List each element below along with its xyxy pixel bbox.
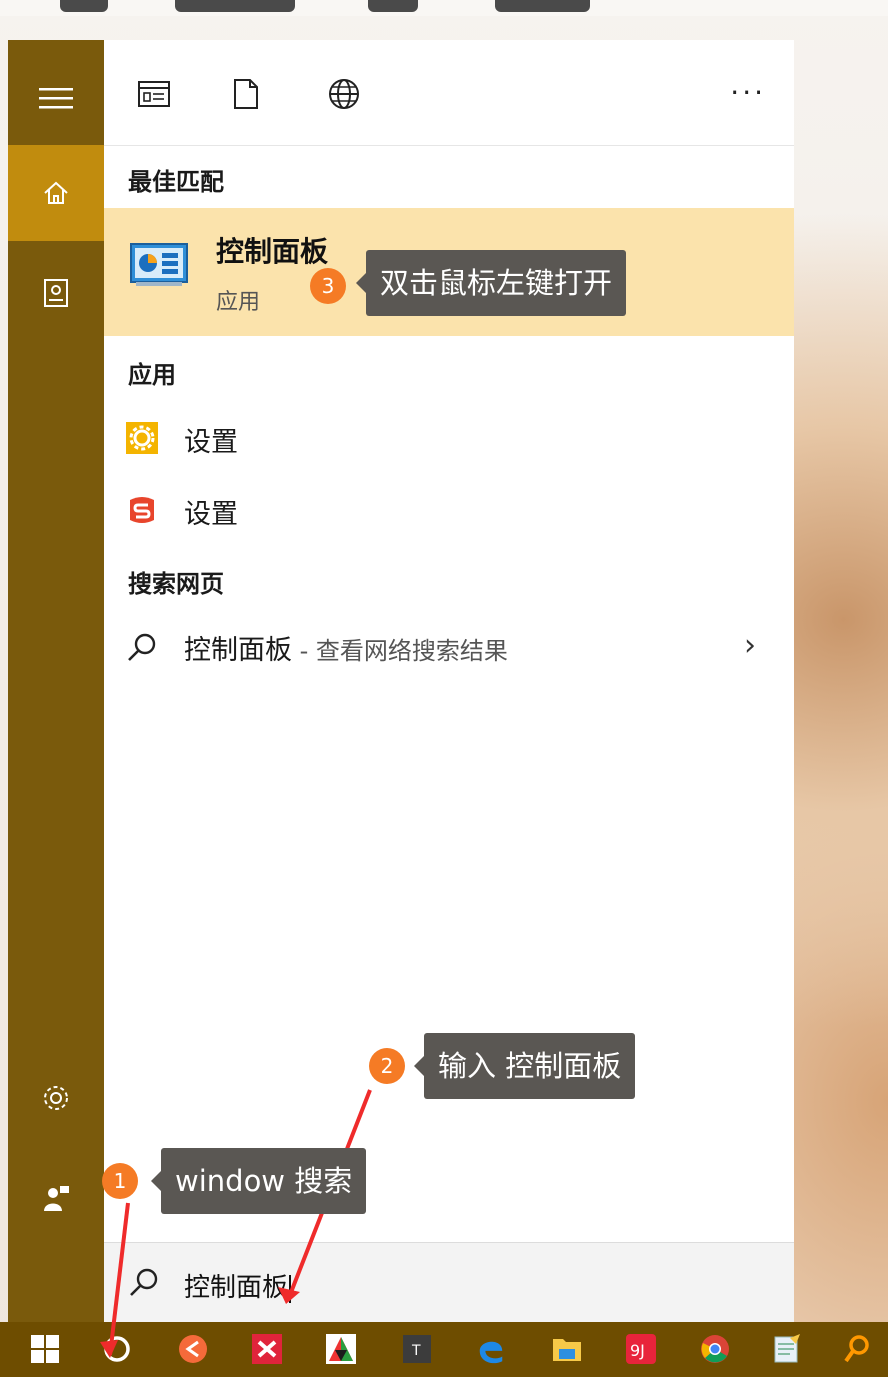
app-result-sogou-settings[interactable]: 设置 — [104, 480, 794, 540]
start-menu-sidebar — [8, 40, 104, 1322]
annotation-tooltip-2: 输入 控制面板 — [413, 1033, 636, 1099]
notebook-icon[interactable] — [8, 245, 104, 341]
apps-heading: 应用 — [128, 361, 176, 389]
notepad-icon[interactable] — [772, 1334, 802, 1364]
search-icon — [126, 632, 158, 664]
best-match-subtitle: 应用 — [216, 290, 261, 315]
search-taskbar-icon[interactable] — [842, 1334, 872, 1364]
settings-gear-yellow-icon — [126, 422, 158, 454]
app-colorful-icon[interactable] — [326, 1334, 356, 1364]
windows-start-icon[interactable] — [30, 1334, 60, 1364]
taskbar: T 9J — [0, 1322, 888, 1377]
control-panel-icon — [130, 242, 188, 288]
search-icon — [128, 1267, 160, 1303]
edge-browser-icon[interactable] — [476, 1334, 506, 1364]
chevron-right-icon[interactable]: › — [744, 628, 756, 663]
more-options-button[interactable]: ... — [730, 68, 766, 101]
cortana-circle-icon[interactable] — [102, 1334, 132, 1364]
annotation-badge-3: 3 — [310, 268, 346, 304]
web-search-heading: 搜索网页 — [128, 570, 224, 598]
web-filter-icon[interactable] — [322, 72, 366, 116]
app-text-icon[interactable]: T — [402, 1334, 432, 1364]
gear-icon[interactable] — [8, 1050, 104, 1146]
app-red-icon[interactable]: 9J — [626, 1334, 656, 1364]
annotation-badge-1: 1 — [102, 1163, 138, 1199]
search-input[interactable]: 控制面板 — [184, 1267, 292, 1304]
text-caret — [289, 1274, 292, 1303]
app-result-settings[interactable]: 设置 — [104, 408, 794, 468]
file-explorer-icon[interactable] — [552, 1334, 582, 1364]
web-search-query: 控制面板 — [184, 635, 292, 666]
app-orange-circle-icon[interactable] — [178, 1334, 208, 1364]
sogou-s-icon — [126, 494, 158, 526]
svg-text:T: T — [411, 1343, 421, 1359]
search-input-value: 控制面板 — [184, 1273, 289, 1303]
best-match-heading: 最佳匹配 — [128, 168, 224, 196]
home-icon[interactable] — [8, 145, 104, 241]
start-menu-panel: ... 最佳匹配 控制面板 应用 应用 设置 设置 搜索网页 控制面板 - 查看… — [104, 40, 794, 1322]
taskbar-search-box[interactable]: 控制面板 — [104, 1242, 794, 1323]
best-match-title: 控制面板 — [216, 235, 329, 268]
annotation-badge-2: 2 — [369, 1048, 405, 1084]
annotation-tooltip-1: window 搜索 — [150, 1148, 367, 1214]
web-search-label: 控制面板 - 查看网络搜索结果 — [184, 628, 508, 667]
apps-filter-icon[interactable] — [132, 72, 176, 116]
feedback-icon[interactable] — [8, 1150, 104, 1246]
hamburger-menu-icon[interactable] — [8, 50, 104, 146]
filter-toolbar: ... — [104, 40, 794, 146]
documents-filter-icon[interactable] — [224, 72, 268, 116]
chrome-browser-icon[interactable] — [700, 1334, 730, 1364]
web-search-suffix: - 查看网络搜索结果 — [292, 637, 508, 665]
annotation-tooltip-3: 双击鼠标左键打开 — [355, 250, 627, 316]
app-xmind-icon[interactable] — [252, 1334, 282, 1364]
app-result-label: 设置 — [184, 499, 238, 530]
app-result-label: 设置 — [184, 427, 238, 458]
web-search-result[interactable]: 控制面板 - 查看网络搜索结果 › — [104, 618, 794, 678]
background-window-strip — [0, 0, 888, 16]
svg-text:9J: 9J — [630, 1341, 645, 1360]
